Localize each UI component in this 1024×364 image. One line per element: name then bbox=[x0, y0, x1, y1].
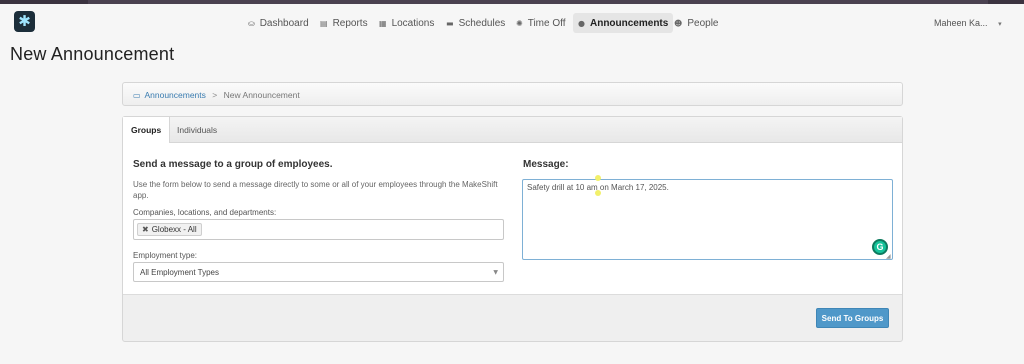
makeshift-logo[interactable]: ✱ bbox=[14, 11, 35, 32]
companies-label: Companies, locations, and departments: bbox=[133, 208, 277, 217]
tab-bar: Groups Individuals bbox=[123, 117, 902, 144]
sun-icon: ✺ bbox=[516, 18, 523, 28]
page-title: New Announcement bbox=[10, 44, 175, 64]
tab-individuals[interactable]: Individuals bbox=[169, 117, 225, 143]
nav-item-label: Schedules bbox=[458, 17, 506, 29]
remove-tag-icon[interactable]: ✖ bbox=[142, 225, 149, 234]
form-heading: Send a message to a group of employees. bbox=[133, 159, 333, 170]
nav-item-label: Time Off bbox=[527, 17, 566, 29]
employment-type-value: All Employment Types bbox=[140, 268, 219, 277]
logo-star-icon: ✱ bbox=[18, 12, 31, 30]
nav-item-schedules[interactable]: ▬ Schedules bbox=[441, 13, 510, 33]
nav-item-reports[interactable]: ▤ Reports bbox=[315, 13, 373, 33]
group-message-form: Send a message to a group of employees. … bbox=[123, 143, 902, 295]
nav-item-dashboard[interactable]: ⛀ Dashboard bbox=[243, 13, 314, 33]
announcement-panel: Groups Individuals Send a message to a g… bbox=[122, 116, 903, 342]
nav-item-label: Reports bbox=[332, 17, 368, 29]
employment-type-label: Employment type: bbox=[133, 251, 198, 260]
reports-icon: ▤ bbox=[320, 18, 328, 28]
message-label: Message: bbox=[523, 159, 569, 170]
breadcrumb: ▭ Announcements > New Announcement bbox=[122, 82, 903, 106]
locations-icon: ▦ bbox=[379, 18, 387, 28]
nav-item-label: Locations bbox=[391, 17, 435, 29]
message-textarea[interactable]: Safety drill at 10 am on March 17, 2025. bbox=[522, 179, 893, 260]
dashboard-icon: ⛀ bbox=[248, 18, 255, 28]
schedules-icon: ▬ bbox=[446, 18, 454, 28]
selected-tag-label: Globexx - All bbox=[151, 225, 197, 234]
tab-groups[interactable]: Groups bbox=[123, 117, 171, 144]
nav-item-label: Dashboard bbox=[259, 17, 309, 29]
dropdown-arrow-icon: ▼ bbox=[493, 269, 498, 276]
nav-item-announcements[interactable]: ● Announcements bbox=[573, 13, 674, 33]
resize-handle-icon[interactable]: ◢ bbox=[886, 253, 891, 260]
user-name: Maheen Ka... bbox=[934, 18, 988, 28]
caret-down-icon: ▾ bbox=[998, 20, 1002, 28]
nav-item-label: People bbox=[687, 17, 719, 29]
nav-item-time-off[interactable]: ✺ Time Off bbox=[511, 13, 571, 33]
user-menu[interactable]: Maheen Ka... ▾ bbox=[934, 18, 1002, 28]
top-navigation: ✱ ⛀ Dashboard ▤ Reports ▦ Locations ▬ Sc… bbox=[0, 4, 1024, 37]
inbox-icon: ▭ bbox=[133, 91, 141, 100]
companies-input[interactable]: ✖ Globexx - All bbox=[133, 219, 504, 240]
employment-type-select[interactable]: All Employment Types ▼ bbox=[133, 262, 504, 282]
selected-tag[interactable]: ✖ Globexx - All bbox=[137, 223, 202, 236]
nav-item-label: Announcements bbox=[589, 17, 669, 29]
breadcrumb-separator: > bbox=[212, 90, 218, 100]
people-icon: ☻ bbox=[674, 18, 683, 28]
form-description: Use the form below to send a message dir… bbox=[133, 180, 498, 200]
send-to-groups-button[interactable]: Send To Groups bbox=[816, 308, 889, 328]
breadcrumb-current: New Announcement bbox=[223, 90, 300, 100]
nav-item-locations[interactable]: ▦ Locations bbox=[374, 13, 439, 33]
cursor-highlight-dot bbox=[595, 175, 601, 181]
cursor-highlight-dot bbox=[595, 190, 601, 196]
breadcrumb-link-announcements[interactable]: Announcements bbox=[144, 90, 205, 100]
nav-item-people[interactable]: ☻ People bbox=[669, 13, 723, 33]
chat-icon: ● bbox=[578, 18, 585, 28]
